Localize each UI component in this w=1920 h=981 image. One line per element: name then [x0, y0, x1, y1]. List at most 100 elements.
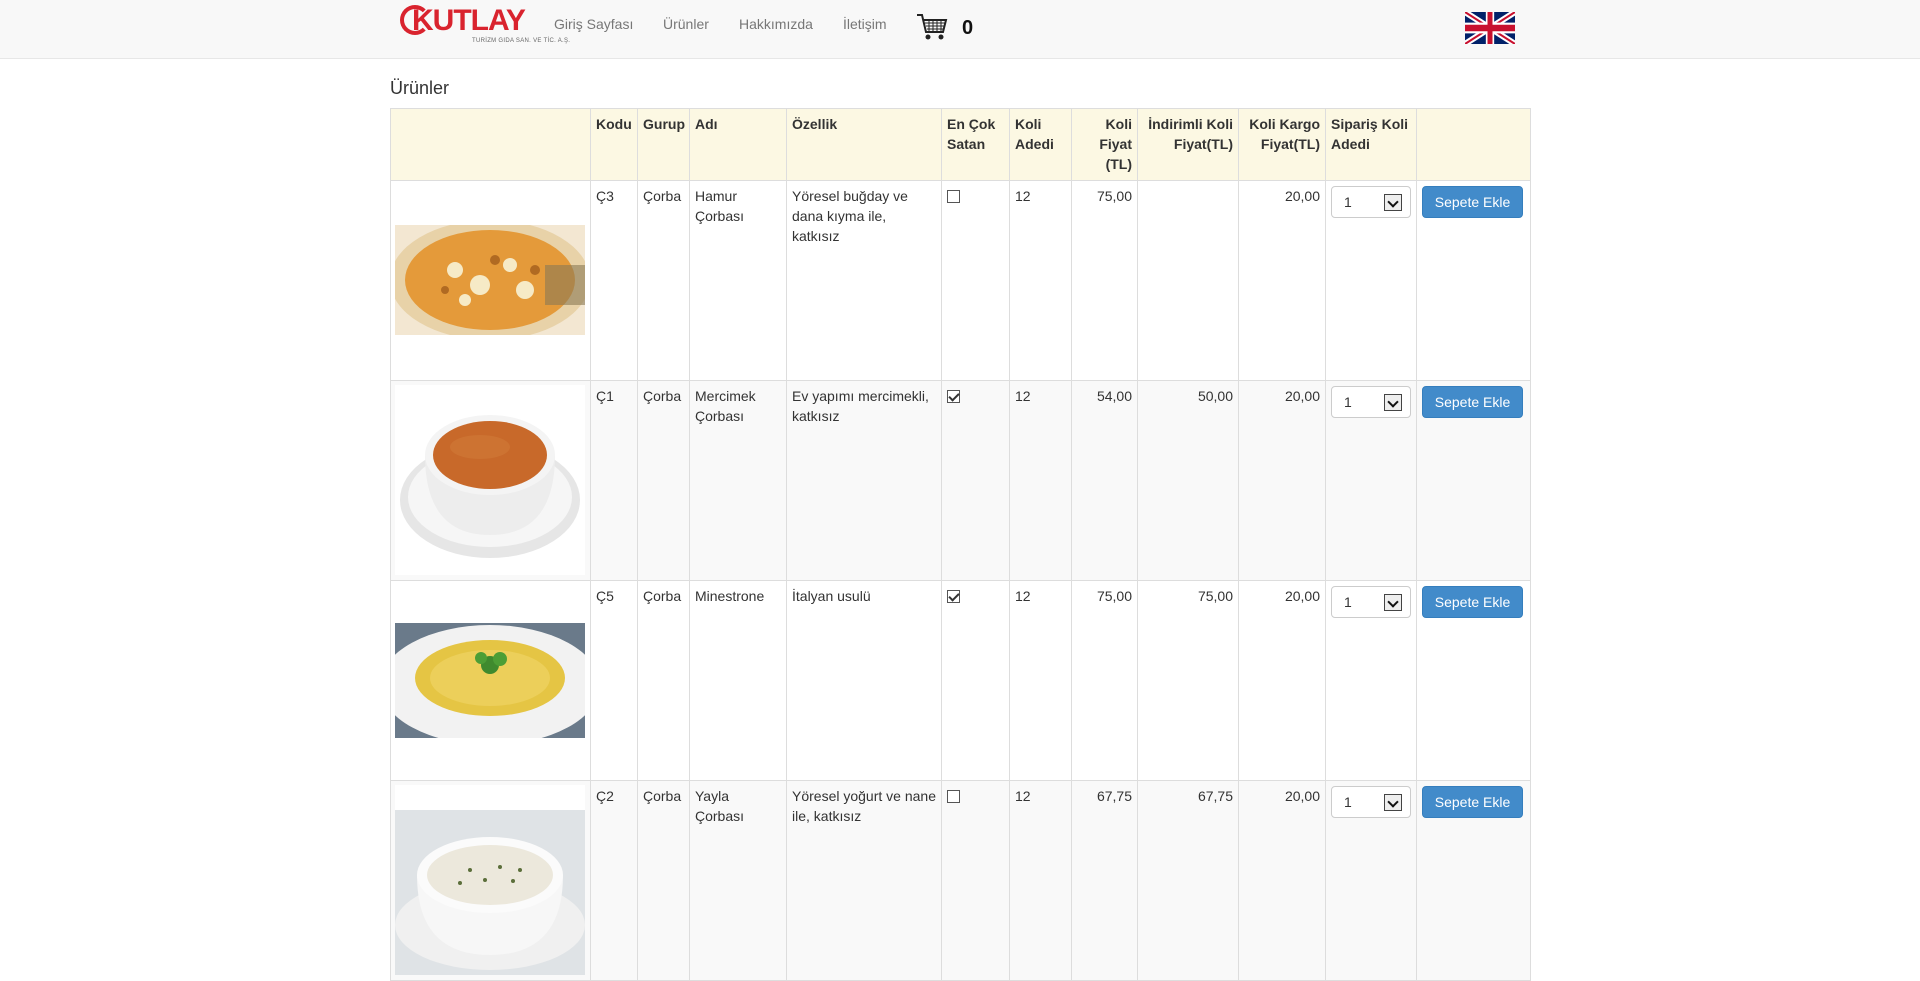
product-image-cell: [390, 180, 591, 381]
product-code: Ç3: [590, 180, 638, 381]
product-group: Çorba: [637, 780, 690, 981]
product-image-mercimek[interactable]: [395, 385, 585, 575]
product-name: Hamur Çorbası: [689, 180, 787, 381]
bestseller-checkbox[interactable]: [947, 590, 960, 603]
logo-text: KUTLAY: [412, 4, 526, 37]
order-qty-select[interactable]: 1: [1331, 386, 1411, 418]
product-box-price: 67,75: [1071, 780, 1138, 981]
product-feature: Yöresel yoğurt ve nane ile, katkısız: [786, 780, 942, 981]
uk-flag-icon[interactable]: [1465, 12, 1515, 44]
order-qty-value: 1: [1344, 394, 1352, 410]
page-title: Ürünler: [390, 78, 450, 98]
nav-link-contact[interactable]: İletişim: [843, 14, 887, 34]
product-shipping-price: 20,00: [1238, 380, 1326, 581]
bestseller-cell: [941, 780, 1010, 981]
product-feature: Ev yapımı mercimekli, katkısız: [786, 380, 942, 581]
product-discount-price: [1137, 180, 1239, 381]
logo-subtitle: TURİZM GIDA SAN. VE TİC. A.Ş.: [472, 38, 571, 44]
product-shipping-price: 20,00: [1238, 180, 1326, 381]
bestseller-checkbox[interactable]: [947, 790, 960, 803]
header-box-count: Koli Adedi: [1009, 108, 1072, 181]
order-qty-value: 1: [1344, 794, 1352, 810]
product-name: Minestrone: [689, 580, 787, 781]
bestseller-checkbox[interactable]: [947, 390, 960, 403]
add-to-cart-button[interactable]: Sepete Ekle: [1422, 586, 1523, 618]
product-code: Ç2: [590, 780, 638, 981]
bestseller-checkbox[interactable]: [947, 190, 960, 203]
table-header-row: Kodu Gurup Adı Özellik En Çok Satan Koli…: [390, 108, 1531, 181]
action-cell: Sepete Ekle: [1416, 780, 1531, 981]
order-qty-cell: 1: [1325, 780, 1417, 981]
chevron-down-icon: [1384, 394, 1402, 411]
product-group: Çorba: [637, 580, 690, 781]
table-row: Ç5 Çorba Minestrone İtalyan usulü 12 75,…: [390, 580, 1531, 781]
product-box-count: 12: [1009, 780, 1072, 981]
table-row: Ç3 Çorba Hamur Çorbası Yöresel buğday ve…: [390, 180, 1531, 381]
action-cell: Sepete Ekle: [1416, 380, 1531, 581]
bestseller-cell: [941, 180, 1010, 381]
header-feature: Özellik: [786, 108, 942, 181]
product-group: Çorba: [637, 380, 690, 581]
product-code: Ç5: [590, 580, 638, 781]
product-feature: İtalyan usulü: [786, 580, 942, 781]
product-box-price: 75,00: [1071, 580, 1138, 781]
order-qty-cell: 1: [1325, 580, 1417, 781]
product-name: Mercimek Çorbası: [689, 380, 787, 581]
table-row: Ç2 Çorba Yayla Çorbası Yöresel yoğurt ve…: [390, 780, 1531, 981]
nav-link-about[interactable]: Hakkımızda: [739, 14, 813, 34]
table-row: Ç1 Çorba Mercimek Çorbası Ev yapımı merc…: [390, 380, 1531, 581]
product-code: Ç1: [590, 380, 638, 581]
cart-count: 0: [962, 17, 974, 39]
action-cell: Sepete Ekle: [1416, 580, 1531, 781]
product-box-price: 54,00: [1071, 380, 1138, 581]
product-image-hamur[interactable]: [395, 185, 585, 375]
add-to-cart-button[interactable]: Sepete Ekle: [1422, 186, 1523, 218]
product-box-count: 12: [1009, 380, 1072, 581]
nav-link-products[interactable]: Ürünler: [663, 14, 709, 34]
chevron-down-icon: [1384, 194, 1402, 211]
product-image-cell: [390, 380, 591, 581]
header-bestseller: En Çok Satan: [941, 108, 1010, 181]
product-discount-price: 75,00: [1137, 580, 1239, 781]
bestseller-cell: [941, 380, 1010, 581]
product-discount-price: 50,00: [1137, 380, 1239, 581]
shopping-cart-icon[interactable]: [916, 12, 948, 42]
product-shipping-price: 20,00: [1238, 580, 1326, 781]
add-to-cart-button[interactable]: Sepete Ekle: [1422, 386, 1523, 418]
order-qty-select[interactable]: 1: [1331, 786, 1411, 818]
add-to-cart-button[interactable]: Sepete Ekle: [1422, 786, 1523, 818]
product-name: Yayla Çorbası: [689, 780, 787, 981]
order-qty-value: 1: [1344, 594, 1352, 610]
header-code: Kodu: [590, 108, 638, 181]
chevron-down-icon: [1384, 794, 1402, 811]
header-shipping-price: Koli Kargo Fiyat(TL): [1238, 108, 1326, 181]
product-feature: Yöresel buğday ve dana kıyma ile, katkıs…: [786, 180, 942, 381]
product-image-cell: [390, 580, 591, 781]
order-qty-cell: 1: [1325, 380, 1417, 581]
brand-logo[interactable]: KUTLAY TURİZM GIDA SAN. VE TİC. A.Ş.: [400, 2, 570, 48]
header-image: [390, 108, 591, 181]
product-image-cell: [390, 780, 591, 981]
header-discount-price: İndirimli Koli Fiyat(TL): [1137, 108, 1239, 181]
product-box-count: 12: [1009, 180, 1072, 381]
header-action: [1416, 108, 1531, 181]
order-qty-select[interactable]: 1: [1331, 186, 1411, 218]
order-qty-select[interactable]: 1: [1331, 586, 1411, 618]
action-cell: Sepete Ekle: [1416, 180, 1531, 381]
product-box-count: 12: [1009, 580, 1072, 781]
order-qty-value: 1: [1344, 194, 1352, 210]
header-group: Gurup: [637, 108, 690, 181]
nav-link-home[interactable]: Giriş Sayfası: [554, 14, 633, 34]
header-name: Adı: [689, 108, 787, 181]
header-box-price: Koli Fiyat (TL): [1071, 108, 1138, 181]
header-order-qty: Sipariş Koli Adedi: [1325, 108, 1417, 181]
order-qty-cell: 1: [1325, 180, 1417, 381]
product-image-yayla[interactable]: [395, 785, 585, 975]
product-image-minestrone[interactable]: [395, 585, 585, 775]
product-discount-price: 67,75: [1137, 780, 1239, 981]
product-group: Çorba: [637, 180, 690, 381]
chevron-down-icon: [1384, 594, 1402, 611]
product-shipping-price: 20,00: [1238, 780, 1326, 981]
products-table: Kodu Gurup Adı Özellik En Çok Satan Koli…: [390, 108, 1531, 981]
product-box-price: 75,00: [1071, 180, 1138, 381]
